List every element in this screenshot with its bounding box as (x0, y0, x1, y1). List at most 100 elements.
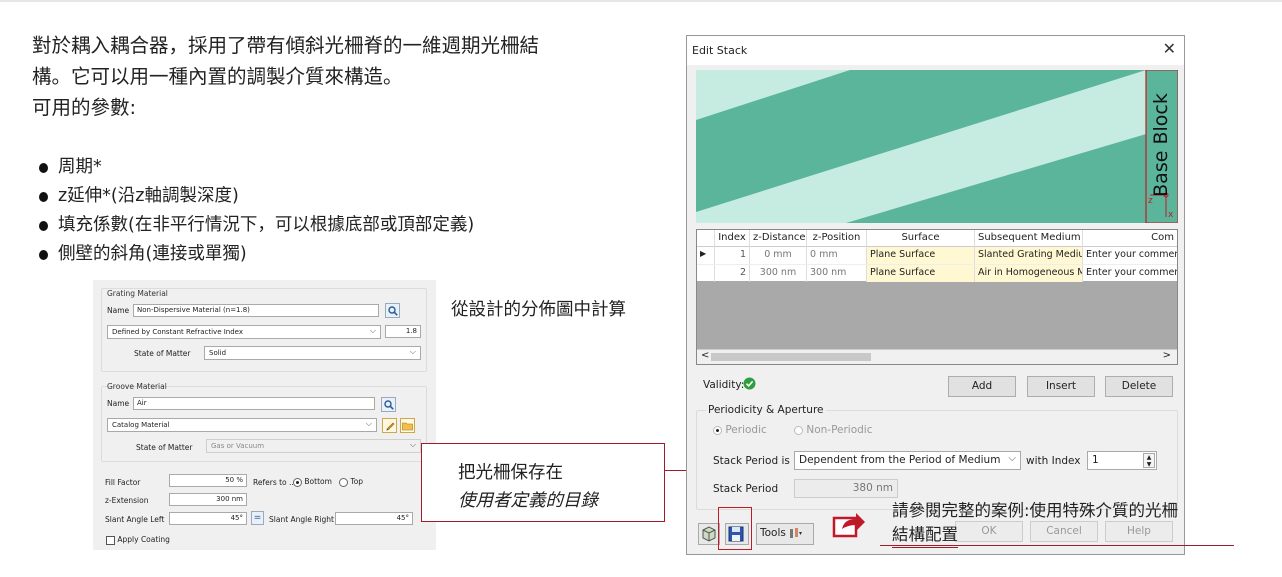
grating-state-value: Solid (209, 349, 227, 357)
groove-catalog-value: Catalog Material (112, 421, 170, 429)
row-medium[interactable]: Slanted Grating Mediu (975, 247, 1083, 264)
intro-line-1: 對於耦入耦合器，採用了帶有傾斜光柵脊的一維週期光柵結 (32, 34, 540, 57)
grating-state-select[interactable]: Solid ⌵ (204, 346, 421, 360)
row-index: 2 (715, 265, 750, 282)
folder-icon (402, 422, 413, 430)
scroll-left-icon[interactable]: < (701, 350, 709, 361)
slant-left-field[interactable]: 45° (169, 512, 247, 525)
radio-selected-icon (293, 477, 302, 487)
intro-line-2: 構。它可以用一種內置的調製介質來構造。 (32, 65, 403, 88)
save-button-highlight (718, 507, 752, 550)
tools-label: Tools (760, 527, 786, 539)
row-marker-icon: ▶ (697, 247, 715, 264)
table-row[interactable]: ▶ 1 0 mm 0 mm Plane Surface Slanted Grat… (697, 247, 1177, 264)
grating-parameter-panel: Grating Material Name Non-Dispersive Mat… (93, 280, 436, 550)
parameter-list: 周期* z延伸*(沿z軸調製深度) 填充係數(在非平行情況下，可以根據底部或頂部… (38, 153, 474, 269)
view-3d-button[interactable] (698, 523, 720, 545)
scroll-thumb[interactable] (711, 353, 871, 361)
bullet-z-extension: z延伸*(沿z軸調製深度) (38, 182, 474, 211)
delete-button[interactable]: Delete (1105, 376, 1173, 397)
chevron-down-icon: ⌵ (409, 347, 416, 356)
bullet-fill-factor: 填充係數(在非平行情況下，可以根據底部或頂部定義) (38, 211, 474, 240)
chevron-down-icon: ⌵ (369, 326, 376, 335)
refers-to-label: Refers to ... (253, 478, 297, 487)
close-icon[interactable]: ✕ (1163, 39, 1176, 58)
stack-period2-label: Stack Period (713, 483, 779, 495)
save-callout-line-2: 使用者定義的目錄 (458, 491, 598, 511)
case-link-line-1[interactable]: 請參閱完整的案例:使用特殊介質的光柵 (892, 499, 1237, 523)
groove-material-search-button[interactable] (381, 397, 396, 412)
intro-text: 對於耦入耦合器，採用了帶有傾斜光柵脊的一維週期光柵結 構。它可以用一種內置的調製… (32, 30, 672, 123)
slant-right-label: Slant Angle Right (269, 515, 334, 524)
groove-catalog-select[interactable]: Catalog Material ⌵ (107, 418, 377, 432)
edit-material-button[interactable] (382, 418, 397, 433)
row-z-position: 0 mm (807, 247, 867, 264)
base-block-label: Base Block (1150, 93, 1172, 197)
cube-icon (702, 526, 716, 542)
top-label: Top (350, 477, 364, 486)
header-marker (697, 230, 715, 247)
stack-period-value: Dependent from the Period of Medium (799, 454, 1001, 466)
scroll-right-icon[interactable]: > (1163, 350, 1171, 361)
grating-material-title: Grating Material (107, 289, 168, 298)
bottom-label: Bottom (304, 477, 332, 486)
index-stepper[interactable]: 1 ▲ ▼ (1087, 451, 1157, 470)
open-catalog-button[interactable] (400, 418, 415, 433)
stack-table: Index z-Distance z-Position Surface Subs… (696, 229, 1178, 365)
save-callout-line-1: 把光柵保存在 (458, 463, 563, 483)
row-z-distance[interactable]: 300 nm (750, 265, 807, 282)
apply-coating-checkbox[interactable]: Apply Coating (106, 535, 170, 545)
save-callout: 把光柵保存在 使用者定義的目錄 (421, 443, 665, 522)
spin-icon[interactable]: ▲ ▼ (1143, 453, 1155, 468)
fill-factor-label: Fill Factor (105, 478, 141, 487)
edit-stack-window: Edit Stack ✕ Base Block z x Index z-Dist… (686, 35, 1185, 555)
tools-menu-button[interactable]: Tools (756, 523, 814, 545)
header-z-position: z-Position (807, 230, 867, 247)
row-surface[interactable]: Plane Surface (867, 247, 975, 264)
link-angles-button[interactable]: = (251, 511, 264, 525)
row-marker-icon (697, 265, 715, 282)
with-index-label: with Index (1026, 455, 1081, 467)
slant-right-field[interactable]: 45° (335, 512, 413, 525)
top-radio[interactable]: Top (339, 477, 363, 487)
grating-material-search-button[interactable] (385, 303, 400, 318)
z-extension-field[interactable]: 300 nm (169, 493, 247, 506)
grating-state-label: State of Matter (134, 349, 191, 358)
add-button[interactable]: Add (948, 376, 1016, 397)
grating-definition-value: Defined by Constant Refractive Index (112, 328, 243, 336)
header-surface: Surface (867, 230, 975, 247)
row-medium[interactable]: Air in Homogeneous M (975, 265, 1083, 282)
radio-icon (339, 477, 348, 487)
axis-z-label: z (1148, 196, 1153, 206)
stack-period-select[interactable]: Dependent from the Period of Medium ⌵ (794, 451, 1021, 470)
row-comment[interactable]: Enter your commen (1083, 247, 1177, 264)
row-z-distance[interactable]: 0 mm (750, 247, 807, 264)
groove-state-label: State of Matter (136, 443, 193, 452)
insert-button[interactable]: Insert (1027, 376, 1095, 397)
top-divider (0, 0, 1282, 2)
validity-label: Validity: (703, 379, 745, 391)
chevron-down-icon: ⌵ (365, 419, 372, 428)
row-surface[interactable]: Plane Surface (867, 265, 975, 282)
fill-factor-field[interactable]: 50 % (169, 474, 247, 487)
groove-state-value: Gas or Vacuum (211, 442, 265, 450)
groove-material-name-field[interactable]: Air (133, 397, 375, 410)
link-arrow-icon[interactable] (832, 510, 866, 538)
grating-material-name-field[interactable]: Non-Dispersive Material (n=1.8) (133, 304, 379, 317)
non-periodic-radio: Non-Periodic (794, 424, 873, 436)
bullet-slant-angle: 側壁的斜角(連接或單獨) (38, 240, 474, 269)
row-comment[interactable]: Enter your commen (1083, 265, 1177, 282)
case-link[interactable]: 請參閱完整的案例:使用特殊介質的光柵 結構配置 (892, 499, 1237, 548)
grating-definition-select[interactable]: Defined by Constant Refractive Index ⌵ (107, 325, 381, 339)
horizontal-scrollbar[interactable]: < > (697, 349, 1177, 364)
grating-name-label: Name (107, 306, 130, 315)
refractive-index-field[interactable]: 1.8 (385, 325, 421, 338)
axis-x-label: x (1168, 210, 1174, 220)
bottom-radio[interactable]: Bottom (293, 477, 332, 487)
stack-preview: Base Block z x (696, 70, 1178, 223)
intro-line-3: 可用的參數: (32, 96, 137, 119)
table-row[interactable]: 2 300 nm 300 nm Plane Surface Air in Hom… (697, 264, 1177, 282)
groove-name-label: Name (107, 399, 130, 408)
radio-icon (794, 425, 803, 435)
window-title: Edit Stack (692, 44, 748, 57)
